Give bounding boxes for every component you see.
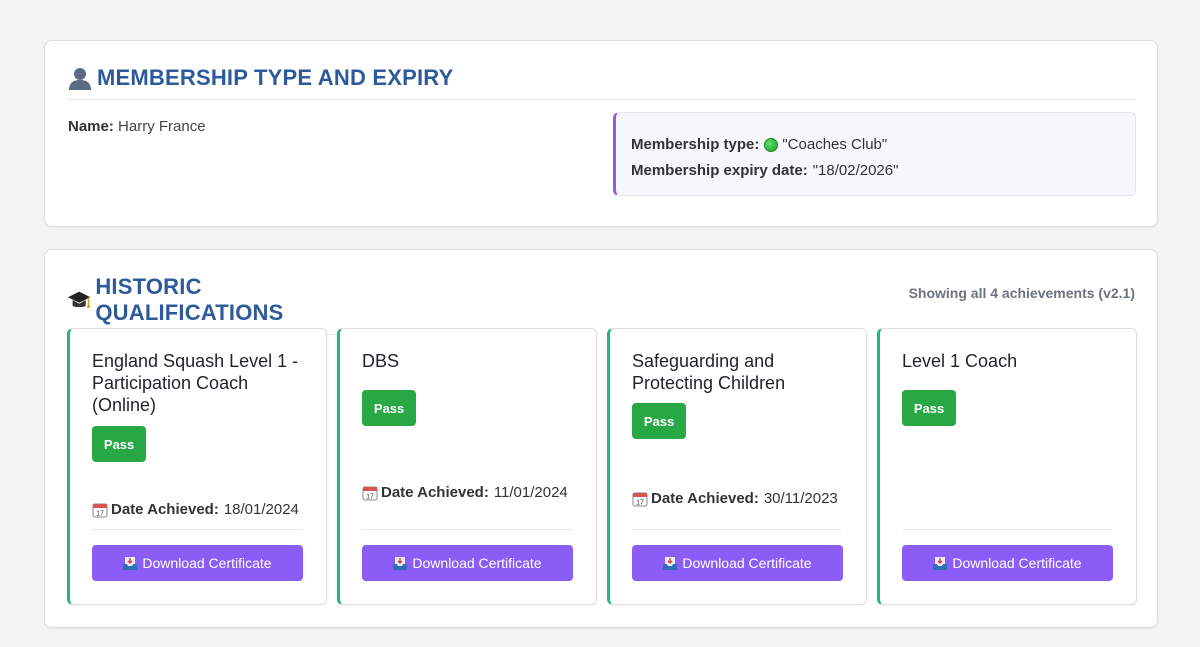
card-divider bbox=[902, 529, 1112, 530]
status-badge: Pass bbox=[362, 390, 416, 426]
qualification-card: Safeguarding and Protecting Children Pas… bbox=[607, 328, 867, 605]
download-certificate-button[interactable]: Download Certificate bbox=[92, 545, 303, 581]
graduation-cap-icon bbox=[67, 291, 91, 309]
membership-type-value: "Coaches Club" bbox=[782, 136, 888, 153]
membership-details-box: Membership type: "Coaches Club" Membersh… bbox=[613, 112, 1136, 196]
date-achieved: 17 Date Achieved: 18/01/2024 bbox=[92, 501, 299, 518]
date-label: Date Achieved: bbox=[651, 490, 759, 507]
svg-text:17: 17 bbox=[96, 510, 104, 517]
status-badge: Pass bbox=[902, 390, 956, 426]
qualifications-header: HISTORIC QUALIFICATIONS bbox=[67, 274, 377, 335]
qualification-title: Level 1 Coach bbox=[902, 351, 1018, 371]
membership-expiry-label: Membership expiry date: bbox=[631, 162, 808, 179]
qualification-title: England Squash Level 1 - Participation C… bbox=[92, 351, 299, 415]
membership-expiry-value: "18/02/2026" bbox=[812, 162, 899, 179]
membership-type-label: Membership type: bbox=[631, 136, 760, 153]
date-value: 11/01/2024 bbox=[493, 484, 568, 501]
membership-panel: MEMBERSHIP TYPE AND EXPIRY Name: Harry F… bbox=[44, 40, 1158, 227]
card-divider bbox=[92, 529, 302, 530]
date-achieved: 17 Date Achieved: 11/01/2024 bbox=[362, 484, 568, 501]
date-value: 18/01/2024 bbox=[223, 501, 299, 518]
membership-header: MEMBERSHIP TYPE AND EXPIRY bbox=[67, 65, 1135, 100]
download-label: Download Certificate bbox=[412, 555, 542, 571]
download-certificate-button[interactable]: Download Certificate bbox=[632, 545, 843, 581]
calendar-icon: 17 bbox=[92, 503, 108, 517]
green-circle-icon bbox=[764, 138, 779, 152]
date-label: Date Achieved: bbox=[381, 484, 489, 501]
inbox-tray-icon bbox=[123, 556, 138, 570]
membership-expiry-line: Membership expiry date: "18/02/2026" bbox=[631, 158, 1135, 184]
qualification-card: Level 1 Coach Pass Download Certificate bbox=[877, 328, 1137, 605]
member-name: Name: Harry France bbox=[68, 118, 206, 135]
download-certificate-button[interactable]: Download Certificate bbox=[362, 545, 573, 581]
qualification-card: England Squash Level 1 - Participation C… bbox=[67, 328, 327, 605]
download-label: Download Certificate bbox=[142, 555, 272, 571]
membership-type-line: Membership type: "Coaches Club" bbox=[631, 132, 1135, 158]
qualification-card: DBS Pass 17 Date Achieved: 11/01/2024 Do… bbox=[337, 328, 597, 605]
card-divider bbox=[362, 529, 572, 530]
qualification-title: Safeguarding and Protecting Children bbox=[632, 351, 786, 393]
svg-text:17: 17 bbox=[366, 493, 374, 500]
status-badge: Pass bbox=[92, 426, 146, 462]
name-label: Name: bbox=[68, 118, 114, 135]
date-label: Date Achieved: bbox=[111, 501, 219, 518]
calendar-icon: 17 bbox=[632, 492, 648, 506]
qualification-title: DBS bbox=[362, 351, 400, 371]
qualifications-panel: HISTORIC QUALIFICATIONS Showing all 4 ac… bbox=[44, 249, 1158, 628]
download-certificate-button[interactable]: Download Certificate bbox=[902, 545, 1113, 581]
achievements-count: Showing all 4 achievements (v2.1) bbox=[908, 285, 1135, 301]
status-badge: Pass bbox=[632, 403, 686, 439]
inbox-tray-icon bbox=[663, 556, 678, 570]
name-value: Harry France bbox=[118, 118, 206, 135]
person-icon bbox=[69, 68, 91, 90]
date-value: 30/11/2023 bbox=[763, 490, 838, 507]
download-label: Download Certificate bbox=[682, 555, 812, 571]
download-label: Download Certificate bbox=[952, 555, 1082, 571]
svg-text:17: 17 bbox=[636, 499, 644, 506]
inbox-tray-icon bbox=[933, 556, 948, 570]
date-achieved: 17 Date Achieved: 30/11/2023 bbox=[632, 490, 838, 507]
inbox-tray-icon bbox=[393, 556, 408, 570]
membership-title: MEMBERSHIP TYPE AND EXPIRY bbox=[97, 65, 454, 90]
calendar-icon: 17 bbox=[362, 486, 378, 500]
qualifications-title: HISTORIC QUALIFICATIONS bbox=[95, 274, 284, 325]
card-divider bbox=[632, 529, 842, 530]
